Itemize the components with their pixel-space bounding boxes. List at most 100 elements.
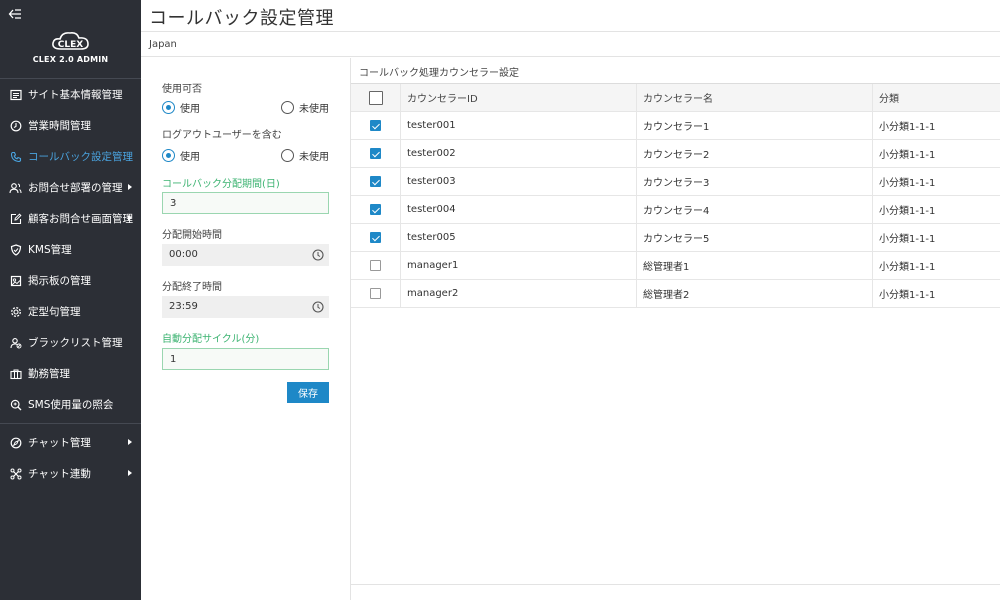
table-row[interactable]: tester004 カウンセラー4 小分類1-1-1: [351, 196, 1000, 224]
end-time-value: 23:59: [169, 301, 198, 312]
enabled-radio-use[interactable]: 使用: [162, 100, 200, 115]
sidebar-item-label: 定型句管理: [28, 306, 81, 318]
checkbox-cell: [351, 168, 401, 195]
end-time-input[interactable]: 23:59: [162, 296, 329, 318]
submenu-caret-icon: [128, 470, 132, 476]
clock-icon[interactable]: [312, 249, 324, 261]
sidebar-item-callback[interactable]: コールバック設定管理: [0, 141, 141, 172]
table-row[interactable]: tester001 カウンセラー1 小分類1-1-1: [351, 112, 1000, 140]
sidebar-item-chat-management[interactable]: チャット管理: [0, 427, 141, 458]
sidebar-item-blacklist[interactable]: ブラックリスト管理: [0, 327, 141, 358]
counselor-id: tester005: [401, 224, 637, 251]
save-button[interactable]: 保存: [287, 382, 329, 403]
sidebar-menu: サイト基本情報管理 営業時間管理 コールバック設定管理 お問合せ部署の管理 顧客…: [0, 78, 141, 489]
period-input[interactable]: 3: [162, 192, 329, 214]
include-logout-label: ログアウトユーザーを含む: [162, 130, 282, 141]
counselor-id: tester004: [401, 196, 637, 223]
region-label: Japan: [149, 39, 177, 50]
cycle-input[interactable]: 1: [162, 348, 329, 370]
sidebar-item-label: チャット管理: [28, 437, 91, 449]
include-logout-radio-unused[interactable]: 未使用: [281, 148, 329, 163]
shield-icon: [9, 243, 22, 256]
table-row[interactable]: tester005 カウンセラー5 小分類1-1-1: [351, 224, 1000, 252]
row-checkbox[interactable]: [370, 148, 381, 159]
checkbox-cell: [351, 280, 401, 307]
select-all-checkbox[interactable]: [368, 90, 383, 105]
row-checkbox[interactable]: [370, 120, 381, 131]
search-icon: [9, 398, 22, 411]
table-row[interactable]: tester002 カウンセラー2 小分類1-1-1: [351, 140, 1000, 168]
cycle-label: 自動分配サイクル(分): [162, 334, 260, 345]
radio-label: 未使用: [299, 104, 329, 115]
submenu-caret-icon: [128, 184, 132, 190]
column-header-name: カウンセラー名: [637, 84, 873, 111]
radio-selected-icon: [162, 101, 175, 114]
counselor-category: 小分類1-1-1: [879, 150, 936, 161]
enabled-radio-unused[interactable]: 未使用: [281, 100, 329, 115]
sidebar-item-attendance[interactable]: 勤務管理: [0, 358, 141, 389]
checkbox-cell: [351, 224, 401, 251]
sidebar-item-label: お問合せ部署の管理: [28, 182, 123, 194]
enabled-label: 使用可否: [162, 84, 202, 95]
end-time-label: 分配終了時間: [162, 282, 222, 293]
sidebar-item-label: 営業時間管理: [28, 120, 91, 132]
table-row[interactable]: manager2 総管理者2 小分類1-1-1: [351, 280, 1000, 308]
sidebar-item-departments[interactable]: お問合せ部署の管理: [0, 172, 141, 203]
sidebar-item-label: 掲示板の管理: [28, 275, 91, 287]
submenu-caret-icon: [128, 439, 132, 445]
sidebar-item-kms[interactable]: KMS管理: [0, 234, 141, 265]
phone-icon: [9, 150, 22, 163]
gear-icon: [9, 305, 22, 318]
sidebar-item-business-hours[interactable]: 営業時間管理: [0, 110, 141, 141]
start-time-input[interactable]: 00:00: [162, 244, 329, 266]
sidebar-item-sms-usage[interactable]: SMS使用量の照会: [0, 389, 141, 420]
page-header: コールバック設定管理: [141, 0, 1000, 32]
row-checkbox[interactable]: [370, 260, 381, 271]
user-block-icon: [9, 336, 22, 349]
sidebar-item-bulletin[interactable]: 掲示板の管理: [0, 265, 141, 296]
clock-icon[interactable]: [312, 301, 324, 313]
users-icon: [9, 181, 22, 194]
page-title: コールバック設定管理: [149, 8, 334, 29]
counselor-id: tester001: [401, 112, 637, 139]
include-logout-radio-use[interactable]: 使用: [162, 148, 200, 163]
row-checkbox[interactable]: [370, 204, 381, 215]
counselor-category: 小分類1-1-1: [879, 262, 936, 273]
sidebar-item-label: 顧客お問合せ画面管理: [28, 213, 133, 225]
sidebar-item-phrases[interactable]: 定型句管理: [0, 296, 141, 327]
counselor-name: 総管理者1: [637, 252, 873, 279]
counselor-category: 小分類1-1-1: [879, 290, 936, 301]
svg-text:CLEX: CLEX: [57, 40, 82, 50]
radio-label: 使用: [180, 104, 200, 115]
counselor-category: 小分類1-1-1: [879, 206, 936, 217]
row-checkbox[interactable]: [370, 288, 381, 299]
radio-unselected-icon: [281, 101, 294, 114]
radio-selected-icon: [162, 149, 175, 162]
table-row[interactable]: manager1 総管理者1 小分類1-1-1: [351, 252, 1000, 280]
table-header-row: カウンセラーID カウンセラー名 分類: [351, 84, 1000, 112]
counselor-name: 総管理者2: [637, 280, 873, 307]
submenu-caret-icon: [128, 215, 132, 221]
table-row[interactable]: tester003 カウンセラー3 小分類1-1-1: [351, 168, 1000, 196]
sidebar-item-customer-inquiry[interactable]: 顧客お問合せ画面管理: [0, 203, 141, 234]
briefcase-icon: [9, 367, 22, 380]
sidebar-item-label: 勤務管理: [28, 368, 70, 380]
sidebar-item-chat-integration[interactable]: チャット連動: [0, 458, 141, 489]
row-checkbox[interactable]: [370, 176, 381, 187]
sidebar-item-site-info[interactable]: サイト基本情報管理: [0, 79, 141, 110]
site-info-icon: [9, 88, 22, 101]
counselor-table: カウンセラーID カウンセラー名 分類 tester001 カウンセラー1 小分…: [351, 83, 1000, 308]
panel-title: コールバック処理カウンセラー設定: [359, 68, 519, 79]
counselor-panel: コールバック処理カウンセラー設定 カウンセラーID カウンセラー名 分類 tes…: [351, 58, 1000, 585]
sidebar-divider: [0, 423, 141, 424]
radio-label: 未使用: [299, 152, 329, 163]
counselor-name: カウンセラー1: [637, 112, 873, 139]
edit-icon: [9, 212, 22, 225]
radio-unselected-icon: [281, 149, 294, 162]
collapse-sidebar-icon[interactable]: [8, 6, 24, 22]
counselor-name: カウンセラー4: [637, 196, 873, 223]
sidebar-item-label: ブラックリスト管理: [28, 337, 123, 349]
row-checkbox[interactable]: [370, 232, 381, 243]
sidebar-item-label: チャット連動: [28, 468, 91, 480]
counselor-id: manager2: [401, 280, 637, 307]
